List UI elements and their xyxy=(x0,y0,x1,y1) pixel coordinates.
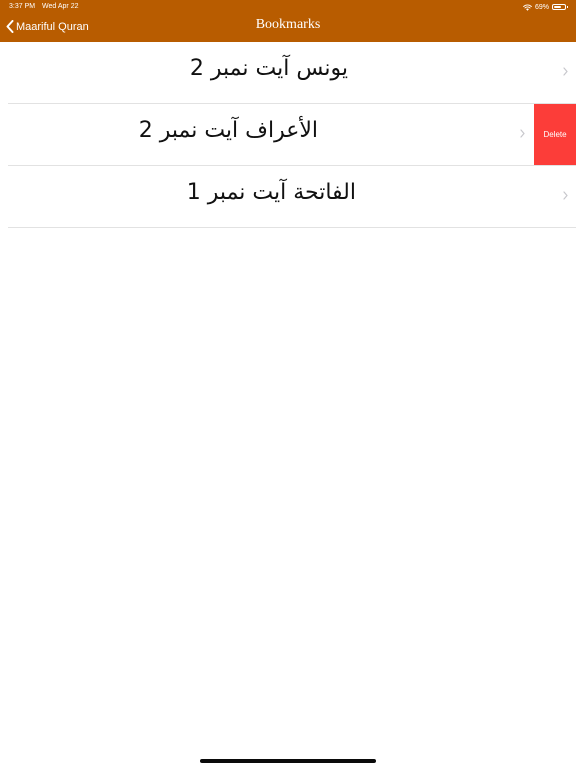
bookmark-row-content: الفاتحة آیت نمبر 1 xyxy=(0,166,576,227)
battery-fill xyxy=(554,6,561,8)
bookmark-list: یونس آیت نمبر 2 الأعراف آیت نمبر 2 Delet… xyxy=(0,42,576,228)
chevron-right-icon xyxy=(563,191,568,200)
chevron-right-icon xyxy=(563,67,568,76)
back-button[interactable]: Maariful Quran xyxy=(6,20,89,33)
wifi-icon xyxy=(523,4,532,11)
status-date: Wed Apr 22 xyxy=(42,3,79,10)
bookmark-row-content: یونس آیت نمبر 2 xyxy=(0,42,576,103)
bookmark-row-al-araf[interactable]: الأعراف آیت نمبر 2 Delete xyxy=(8,104,576,166)
home-indicator[interactable] xyxy=(200,759,376,763)
chevron-right-icon xyxy=(520,129,525,138)
bookmark-row-content: الأعراف آیت نمبر 2 xyxy=(0,104,576,165)
delete-button[interactable]: Delete xyxy=(534,104,576,165)
back-button-label: Maariful Quran xyxy=(16,20,89,33)
status-time: 3:37 PM xyxy=(9,3,36,10)
bookmark-label: الأعراف آیت نمبر 2 xyxy=(138,118,318,143)
battery-cap xyxy=(567,6,568,8)
bookmark-label: یونس آیت نمبر 2 xyxy=(189,56,348,81)
navigation-bar: 3:37 PM Wed Apr 22 69% Maariful Quran Bo… xyxy=(0,0,576,42)
status-bar-left: 3:37 PM Wed Apr 22 xyxy=(9,3,83,10)
bookmark-row-yunus[interactable]: یونس آیت نمبر 2 xyxy=(8,42,576,104)
battery-percent: 69% xyxy=(534,3,549,11)
chevron-left-icon xyxy=(6,20,14,33)
bookmark-row-al-fatiha[interactable]: الفاتحة آیت نمبر 1 xyxy=(8,166,576,228)
battery-icon xyxy=(552,4,568,10)
status-bar-right: 69% xyxy=(523,2,568,12)
bookmarks-screen: 3:37 PM Wed Apr 22 69% Maariful Quran Bo… xyxy=(0,0,576,768)
bookmark-label: الفاتحة آیت نمبر 1 xyxy=(186,180,356,205)
